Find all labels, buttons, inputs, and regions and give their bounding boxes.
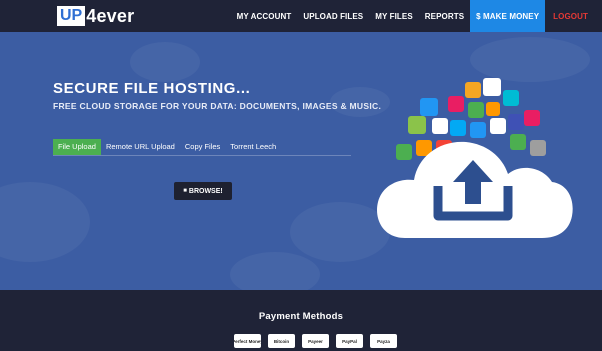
site-logo[interactable]: UP 4ever xyxy=(57,5,134,27)
app-icon xyxy=(448,96,464,112)
app-icon xyxy=(483,78,501,96)
hero-title: SECURE FILE HOSTING... xyxy=(53,80,251,97)
app-icon xyxy=(530,140,546,156)
nav-my-account[interactable]: MY ACCOUNT xyxy=(231,0,298,32)
app-icon xyxy=(465,82,481,98)
tab-copy-files[interactable]: Copy Files xyxy=(180,139,225,155)
logo-text: 4ever xyxy=(86,5,135,26)
payza-logo: Payza xyxy=(370,334,397,348)
nav-logout[interactable]: LOGOUT xyxy=(545,0,602,32)
paypal-logo: PayPal xyxy=(336,334,363,348)
folder-icon: ■ xyxy=(183,188,187,194)
bitcoin-logo: Bitcoin xyxy=(268,334,295,348)
payment-methods-title: Payment Methods xyxy=(258,311,344,322)
nav-my-files[interactable]: MY FILES xyxy=(369,0,419,32)
tabs-divider xyxy=(53,155,351,156)
nav-reports[interactable]: REPORTS xyxy=(419,0,470,32)
background-cloud-shape xyxy=(0,182,90,262)
nav-upload-files[interactable]: UPLOAD FILES xyxy=(297,0,369,32)
logo-mark: UP xyxy=(57,6,86,26)
app-icon xyxy=(490,118,506,134)
browse-button[interactable]: ■ BROWSE! xyxy=(174,182,232,200)
tab-file-upload[interactable]: File Upload xyxy=(53,139,101,155)
app-icon xyxy=(508,114,524,130)
top-navigation-bar: UP 4ever MY ACCOUNT UPLOAD FILES MY FILE… xyxy=(0,0,602,32)
app-icon xyxy=(486,102,500,116)
app-icon xyxy=(524,110,540,126)
app-icon xyxy=(396,144,412,160)
payeer-logo: Payeer xyxy=(302,334,329,348)
app-icon xyxy=(432,118,448,134)
background-cloud-shape xyxy=(130,42,200,82)
nav-make-money[interactable]: $ MAKE MONEY xyxy=(470,0,546,32)
tab-torrent-leech[interactable]: Torrent Leech xyxy=(225,139,281,155)
browse-label: BROWSE! xyxy=(188,187,223,195)
app-icon xyxy=(503,90,519,106)
tab-remote-url-upload[interactable]: Remote URL Upload xyxy=(101,139,180,155)
background-cloud-shape xyxy=(230,252,320,290)
hero-subtitle: FREE CLOUD STORAGE FOR YOUR DATA: DOCUME… xyxy=(53,101,382,111)
app-icon xyxy=(510,134,526,150)
app-icon xyxy=(468,102,484,118)
app-icon xyxy=(420,98,438,116)
upload-tabs: File Upload Remote URL Upload Copy Files… xyxy=(53,139,281,155)
perfect-money-logo: Perfect Money xyxy=(234,334,261,348)
app-icon xyxy=(450,120,466,136)
app-icon xyxy=(408,116,426,134)
main-nav: MY ACCOUNT UPLOAD FILES MY FILES REPORTS… xyxy=(231,0,602,32)
cloud-illustration xyxy=(377,78,573,238)
app-icon xyxy=(470,122,486,138)
payment-logos: Perfect Money Bitcoin Payeer PayPal Payz… xyxy=(234,334,397,348)
